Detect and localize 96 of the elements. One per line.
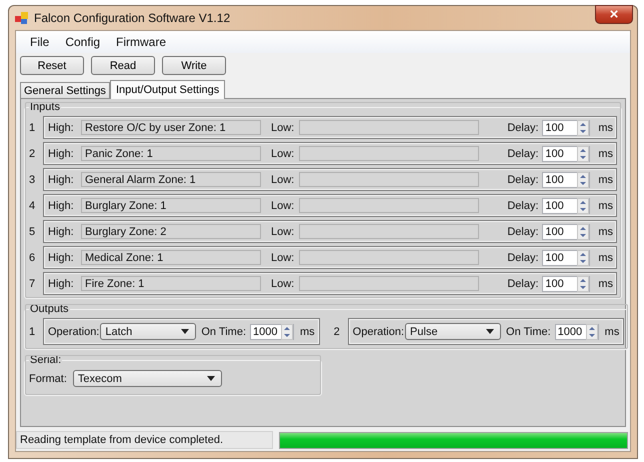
field-label: High:	[48, 122, 75, 134]
field-label: Operation:	[352, 326, 404, 338]
on-time-spinbox[interactable]: 1000	[554, 324, 599, 340]
delay-spinbox[interactable]: 100	[542, 172, 590, 188]
low-field[interactable]	[299, 172, 479, 187]
field-label: Delay:	[507, 278, 540, 290]
spin-arrows-icon	[577, 276, 590, 292]
field-label: Delay:	[507, 226, 540, 238]
group-title: Inputs	[29, 101, 61, 113]
row-number: 3	[29, 174, 36, 186]
field-label: High:	[48, 252, 75, 264]
row-number: 5	[29, 226, 36, 238]
tab[interactable]: General Settings	[20, 82, 110, 98]
field-label: Low:	[271, 174, 296, 186]
low-field[interactable]	[299, 276, 479, 291]
field-label: Low:	[271, 148, 296, 160]
spin-arrows-icon	[586, 324, 598, 340]
dropdown-arrow-icon	[486, 329, 494, 334]
field-label: Low:	[271, 122, 296, 134]
unit-label: ms	[598, 278, 613, 290]
row-number: 4	[29, 200, 36, 212]
spin-arrows-icon	[577, 250, 590, 266]
spin-arrows-icon	[577, 146, 590, 162]
high-field[interactable]: Panic Zone: 1	[81, 146, 261, 161]
field-label: Delay:	[507, 174, 540, 186]
spin-arrows-icon	[577, 172, 590, 188]
field-label: Low:	[271, 200, 296, 212]
tab[interactable]: Input/Output Settings	[110, 80, 226, 99]
unit-label: ms	[598, 122, 613, 134]
field-label: Delay:	[507, 122, 540, 134]
high-field[interactable]: Fire Zone: 1	[81, 276, 261, 291]
field-label: Delay:	[507, 200, 540, 212]
row-number: 2	[29, 148, 36, 160]
dropdown-arrow-icon	[206, 376, 215, 381]
delay-spinbox[interactable]: 100	[542, 224, 590, 240]
row-number: 7	[29, 278, 36, 290]
unit-label: ms	[598, 174, 613, 186]
operation-dropdown[interactable]: Latch	[100, 323, 196, 340]
low-field[interactable]	[299, 146, 479, 161]
spin-arrows-icon	[577, 120, 590, 136]
menu-item[interactable]: Config	[57, 34, 108, 51]
high-field[interactable]: Burglary Zone: 1	[81, 198, 261, 213]
on-time-spinbox[interactable]: 1000	[250, 324, 294, 340]
row-number: 6	[29, 252, 36, 264]
menu-item[interactable]: Firmware	[108, 34, 174, 51]
spin-arrows-icon	[577, 224, 590, 240]
field-label: High:	[48, 226, 75, 238]
delay-spinbox[interactable]: 100	[542, 276, 590, 292]
output-number: 2	[334, 326, 341, 338]
delay-spinbox[interactable]: 100	[542, 198, 590, 214]
output-number: 1	[29, 326, 36, 338]
field-label: Low:	[271, 252, 296, 264]
toolbar-button[interactable]: Read	[91, 56, 155, 75]
field-label: High:	[48, 148, 75, 160]
spin-arrows-icon	[577, 198, 590, 214]
field-label: High:	[48, 278, 75, 290]
low-field[interactable]	[299, 250, 479, 265]
unit-label: ms	[604, 326, 620, 338]
status-message: Reading template from device completed.	[16, 431, 273, 449]
high-field[interactable]: Restore O/C by user Zone: 1	[81, 120, 261, 135]
low-field[interactable]	[299, 120, 479, 135]
field-label: Operation:	[48, 326, 100, 338]
field-label: On Time:	[506, 326, 551, 338]
close-button[interactable]: ×	[595, 5, 633, 24]
unit-label: ms	[598, 252, 613, 264]
field-label: Delay:	[507, 252, 540, 264]
field-label: On Time:	[201, 326, 246, 338]
field-label: Delay:	[507, 148, 540, 160]
unit-label: ms	[598, 200, 613, 212]
operation-dropdown[interactable]: Pulse	[405, 323, 502, 340]
format-dropdown[interactable]: Texecom	[72, 370, 222, 387]
field-label: High:	[48, 200, 75, 212]
unit-label: ms	[300, 326, 315, 338]
low-field[interactable]	[299, 198, 479, 213]
delay-spinbox[interactable]: 100	[542, 146, 590, 162]
unit-label: ms	[598, 148, 613, 160]
toolbar-button[interactable]: Write	[162, 56, 226, 75]
field-label: Low:	[271, 226, 296, 238]
dropdown-arrow-icon	[181, 329, 190, 334]
high-field[interactable]: General Alarm Zone: 1	[81, 172, 261, 187]
row-number: 1	[29, 122, 36, 134]
field-label: High:	[48, 174, 75, 186]
low-field[interactable]	[299, 224, 479, 239]
field-label: Low:	[271, 278, 296, 290]
toolbar-button[interactable]: Reset	[20, 56, 84, 75]
spin-arrows-icon	[281, 324, 293, 340]
high-field[interactable]: Burglary Zone: 2	[81, 224, 261, 239]
delay-spinbox[interactable]: 100	[542, 250, 590, 266]
delay-spinbox[interactable]: 100	[542, 120, 590, 136]
field-label: Format:	[29, 372, 67, 384]
unit-label: ms	[598, 226, 613, 238]
high-field[interactable]: Medical Zone: 1	[81, 250, 261, 265]
menu-item[interactable]: File	[22, 34, 58, 51]
app-icon	[15, 11, 29, 25]
group-title: Outputs	[29, 303, 70, 315]
window-title: Falcon Configuration Software V1.12	[34, 11, 230, 25]
